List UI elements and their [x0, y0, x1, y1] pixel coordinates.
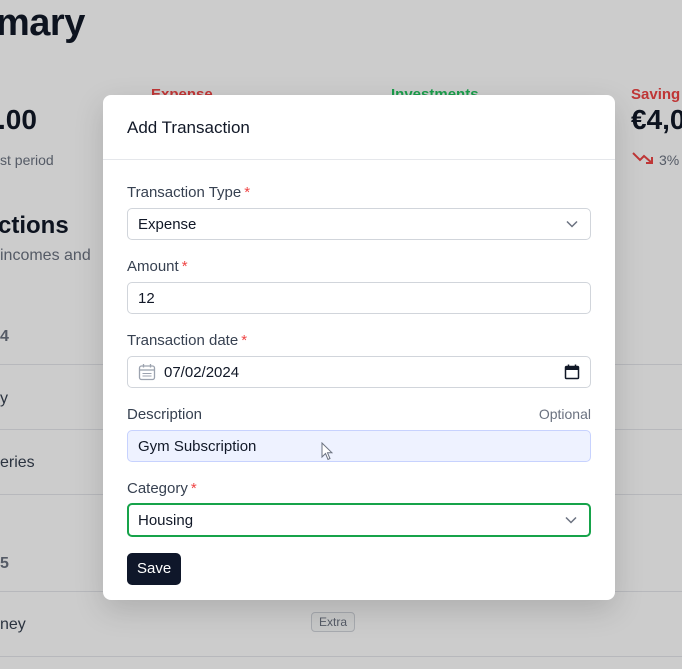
- required-marker: *: [190, 480, 197, 497]
- transaction-date-label: Transaction date *: [127, 332, 248, 349]
- category-label: Category *: [127, 480, 197, 497]
- required-marker: *: [244, 184, 251, 201]
- required-marker: *: [181, 258, 188, 275]
- transaction-date-value: 07/02/2024: [164, 363, 240, 381]
- modal-header: Add Transaction: [103, 95, 615, 160]
- transaction-type-label: Transaction Type *: [127, 184, 251, 201]
- description-input[interactable]: Gym Subscription: [127, 430, 591, 462]
- mouse-cursor-icon: [321, 442, 333, 461]
- transaction-form: Transaction Type * Expense Amount * 12 Tra…: [103, 160, 615, 585]
- date-picker-icon[interactable]: [564, 364, 580, 380]
- description-value: Gym Subscription: [138, 437, 257, 455]
- transaction-type-field: Transaction Type * Expense: [127, 184, 591, 240]
- modal-title: Add Transaction: [127, 118, 250, 137]
- description-field: Description Optional Gym Subscription: [127, 406, 591, 462]
- category-value: Housing: [138, 511, 194, 529]
- optional-hint: Optional: [538, 406, 591, 422]
- description-label: Description: [127, 406, 203, 423]
- add-transaction-modal: Add Transaction Transaction Type * Expens…: [103, 95, 615, 600]
- calendar-icon: [138, 364, 156, 381]
- amount-label: Amount *: [127, 258, 188, 275]
- amount-field: Amount * 12: [127, 258, 591, 314]
- chevron-down-icon: [566, 220, 578, 228]
- category-select[interactable]: Housing: [127, 503, 591, 537]
- amount-input[interactable]: 12: [127, 282, 591, 314]
- transaction-date-input[interactable]: 07/02/2024: [127, 356, 591, 388]
- required-marker: *: [241, 332, 248, 349]
- transaction-date-field: Transaction date * 07/02/2024: [127, 332, 591, 388]
- category-field: Category * Housing: [127, 480, 591, 537]
- save-button[interactable]: Save: [127, 553, 182, 585]
- transaction-type-value: Expense: [138, 215, 197, 233]
- chevron-down-icon: [565, 516, 577, 524]
- transaction-type-select[interactable]: Expense: [127, 208, 591, 240]
- amount-value: 12: [138, 289, 155, 307]
